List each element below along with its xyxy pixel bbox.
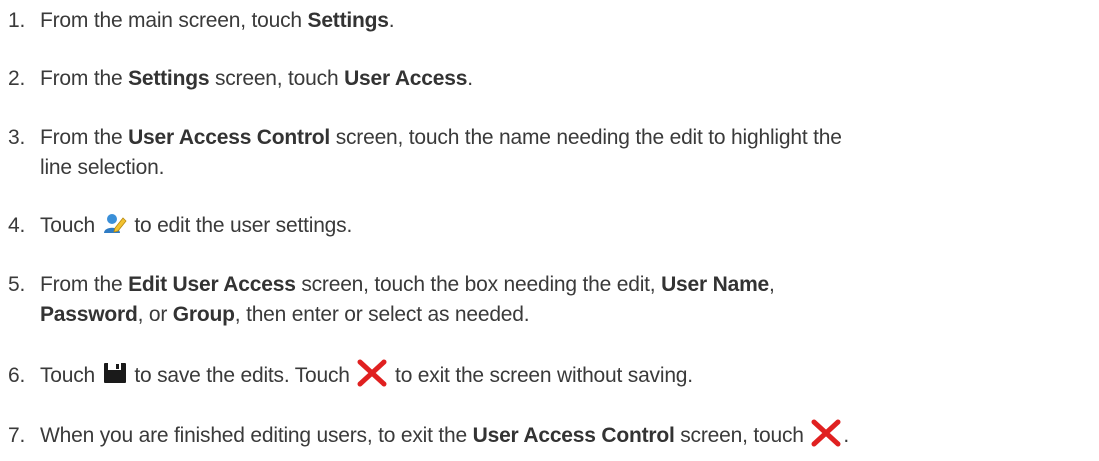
step-text: .: [843, 424, 850, 447]
step-number: 2.: [8, 67, 26, 90]
edit-user-icon: [103, 212, 127, 234]
step-number: 5.: [8, 273, 26, 296]
step-text: to save the edits. Touch: [128, 364, 356, 387]
step-keyword: User Access: [344, 67, 468, 90]
step-text: , then enter or select as needed.: [234, 303, 530, 326]
step-keyword: Group: [172, 303, 235, 326]
step-6: 6. Touch to save the edits. Touch to exit…: [8, 359, 1093, 391]
step-text: screen, touch the box needing the edit,: [295, 273, 662, 296]
step-3: 3. From the User Access Control screen, t…: [8, 123, 1093, 183]
step-text: From the: [40, 67, 129, 90]
step-text: .: [388, 9, 395, 32]
step-keyword: Password: [40, 303, 138, 326]
step-5: 5. From the Edit User Access screen, touc…: [8, 270, 1093, 330]
step-7: 7. When you are finished editing users, t…: [8, 419, 1093, 451]
step-text: From the main screen, touch: [40, 9, 308, 32]
step-keyword: Settings: [128, 67, 210, 90]
step-text-continued: Password, or Group, then enter or select…: [8, 300, 1093, 330]
step-keyword: Settings: [307, 9, 389, 32]
step-text: to exit the screen without saving.: [389, 364, 693, 387]
step-keyword: User Access Control: [472, 424, 675, 447]
step-keyword: User Name: [661, 273, 770, 296]
step-number: 7.: [8, 424, 26, 447]
step-text: to edit the user settings.: [128, 214, 353, 237]
step-text: screen, touch the name needing the edit …: [330, 126, 842, 149]
instruction-list: 1. From the main screen, touch Settings. …: [0, 0, 1099, 461]
step-text-continued: line selection.: [40, 156, 165, 179]
close-icon: [811, 419, 841, 447]
step-text: , or: [137, 303, 173, 326]
step-2: 2. From the Settings screen, touch User A…: [8, 64, 1093, 94]
step-text: From the: [40, 273, 129, 296]
step-text: When you are finished editing users, to …: [40, 424, 473, 447]
step-text: Touch: [40, 364, 101, 387]
step-text: screen, touch: [209, 67, 345, 90]
step-text: .: [467, 67, 473, 90]
step-text: ,: [769, 273, 775, 296]
step-number: 6.: [8, 364, 26, 387]
step-text: From the: [40, 126, 129, 149]
step-text: Touch: [40, 214, 101, 237]
step-keyword: User Access Control: [128, 126, 331, 149]
step-number: 4.: [8, 214, 26, 237]
save-icon: [103, 362, 127, 384]
step-1: 1. From the main screen, touch Settings.: [8, 6, 1093, 36]
step-number: 3.: [8, 126, 26, 149]
step-4: 4. Touch to edit the user settings.: [8, 211, 1093, 241]
step-keyword: Edit User Access: [128, 273, 296, 296]
step-text: screen, touch: [674, 424, 810, 447]
step-number: 1.: [8, 9, 26, 32]
close-icon: [357, 359, 387, 387]
